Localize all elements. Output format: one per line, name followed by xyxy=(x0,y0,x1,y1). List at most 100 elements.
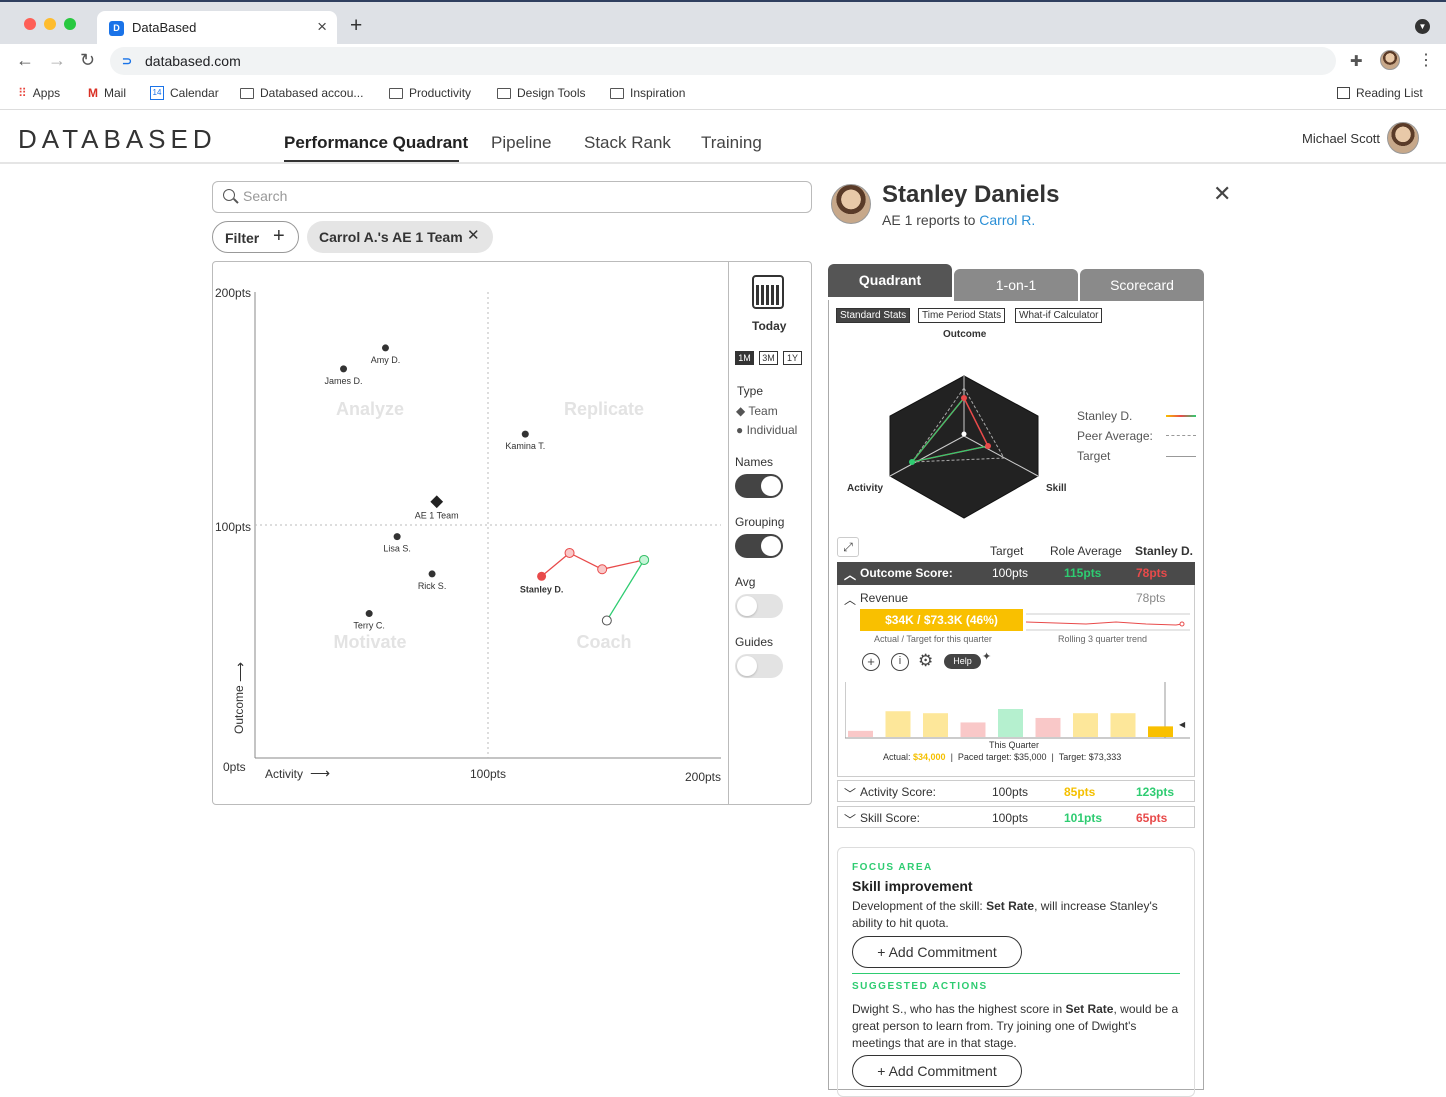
tab-1-on-1[interactable]: 1-on-1 xyxy=(954,269,1078,301)
type-individual-option[interactable]: ● Individual xyxy=(736,423,797,437)
stanley-activity-trail xyxy=(606,559,645,621)
user-avatar[interactable] xyxy=(1387,122,1419,154)
revenue-score: 78pts xyxy=(1136,591,1166,605)
revenue-bar xyxy=(998,709,1023,737)
tab-scorecard[interactable]: Scorecard xyxy=(1080,269,1204,301)
standard-stats-button[interactable]: Standard Stats xyxy=(836,308,911,323)
individual-point[interactable] xyxy=(340,365,348,373)
nav-training[interactable]: Training xyxy=(701,133,762,153)
app-logo[interactable]: DATABASED xyxy=(18,124,217,155)
revenue-bar xyxy=(848,730,873,737)
quadrant-label-analyze: Analyze xyxy=(336,399,404,419)
close-tab-icon[interactable]: × xyxy=(317,17,327,37)
nav-pipeline[interactable]: Pipeline xyxy=(491,133,552,153)
individual-point[interactable] xyxy=(365,610,373,618)
type-team-option[interactable]: ◆ Team xyxy=(736,404,778,418)
this-quarter-label: This Quarter xyxy=(989,740,1040,750)
what-if-calculator-button[interactable]: What-if Calculator xyxy=(1015,308,1103,323)
revenue-bar xyxy=(960,722,986,737)
add-commitment-button-2[interactable]: + Add Commitment xyxy=(852,1055,1022,1087)
skill-role-average: 101pts xyxy=(1064,811,1103,825)
forward-arrow-icon[interactable]: → xyxy=(48,50,66,71)
add-commitment-button[interactable]: + Add Commitment xyxy=(852,936,1022,968)
add-circle-icon[interactable]: + xyxy=(862,653,880,671)
revenue-summary: Actual: $34,000 | Paced target: $35,000 … xyxy=(883,752,1122,762)
info-icon[interactable]: i xyxy=(891,653,909,671)
bookmark-productivity[interactable]: Productivity xyxy=(389,86,471,100)
focus-divider xyxy=(852,973,1180,974)
col-header-stanley: Stanley D. xyxy=(1135,544,1194,558)
names-toggle[interactable] xyxy=(735,474,783,498)
search-box[interactable] xyxy=(212,181,812,213)
revenue-bar-chart: ◀ xyxy=(845,682,1190,739)
quadrant-label-coach: Coach xyxy=(576,632,631,652)
calendar-date-icon[interactable] xyxy=(752,275,784,309)
browser-tab[interactable]: D DataBased × xyxy=(97,11,337,46)
time-period-stats-button[interactable]: Time Period Stats xyxy=(918,308,1006,323)
bookmark-design-tools[interactable]: Design Tools xyxy=(497,86,585,100)
period-3m-button[interactable]: 3M xyxy=(759,351,778,365)
minimize-window-button[interactable] xyxy=(44,18,56,30)
gmail-icon: M xyxy=(88,86,98,100)
individual-point[interactable] xyxy=(537,571,547,581)
address-bar[interactable]: ⊃ databased.com xyxy=(110,47,1336,75)
grouping-toggle[interactable] xyxy=(735,534,783,558)
tab-search-icon[interactable]: ▼ xyxy=(1415,19,1430,34)
revenue-bars xyxy=(848,709,1173,737)
reload-icon[interactable]: ↻ xyxy=(80,50,95,71)
search-input[interactable] xyxy=(243,188,783,204)
nav-performance-quadrant[interactable]: Performance Quadrant xyxy=(284,133,468,153)
bookmark-apps[interactable]: ⠿ Apps xyxy=(18,86,60,100)
date-label: Today xyxy=(752,319,787,333)
manager-link[interactable]: Carrol R. xyxy=(979,212,1035,228)
close-panel-icon[interactable]: ✕ xyxy=(1213,181,1231,207)
extensions-icon[interactable]: ✚ xyxy=(1350,52,1363,70)
trend-caption: Rolling 3 quarter trend xyxy=(1058,634,1148,644)
individual-point[interactable] xyxy=(393,533,401,541)
individual-point[interactable] xyxy=(428,570,436,578)
browser-profile-avatar[interactable] xyxy=(1380,50,1400,70)
dot-icon: ● xyxy=(736,423,744,437)
maximize-window-button[interactable] xyxy=(64,18,76,30)
expand-icon[interactable]: ⤢ xyxy=(837,537,859,557)
point-label: Stanley D. xyxy=(520,584,564,594)
avg-toggle[interactable] xyxy=(735,594,783,618)
point-label: Terry C. xyxy=(353,621,385,631)
close-window-button[interactable] xyxy=(24,18,36,30)
user-name[interactable]: Michael Scott xyxy=(1302,131,1380,146)
legend-target-line-icon xyxy=(1166,456,1196,457)
back-arrow-icon[interactable]: ← xyxy=(16,50,34,71)
revenue-chevron-icon[interactable]: ︿ xyxy=(844,591,856,608)
browser-menu-icon[interactable]: ⋮ xyxy=(1418,50,1434,70)
new-tab-icon[interactable]: + xyxy=(350,14,362,38)
bookmark-mail[interactable]: M Mail xyxy=(88,86,126,100)
help-button[interactable]: Help xyxy=(944,654,981,669)
add-filter-icon: + xyxy=(273,225,285,247)
focus-area-heading: FOCUS AREA xyxy=(852,862,933,873)
individual-point[interactable] xyxy=(381,344,389,352)
revenue-bar xyxy=(1148,726,1173,737)
browser-tab-title: DataBased xyxy=(132,20,197,35)
outcome-role-average: 115pts xyxy=(1064,566,1102,580)
chart-divider xyxy=(728,262,729,804)
point-label: Rick S. xyxy=(418,581,447,591)
guides-toggle[interactable] xyxy=(735,654,783,678)
bookmark-databased-account[interactable]: Databased accou... xyxy=(240,86,363,100)
team-point[interactable] xyxy=(430,495,444,509)
reading-list-button[interactable]: Reading List xyxy=(1337,86,1423,100)
nav-stack-rank[interactable]: Stack Rank xyxy=(584,133,671,153)
browser-tabstrip: D DataBased × + ▼ xyxy=(0,0,1446,46)
settings-gear-icon[interactable]: ⚙ xyxy=(918,651,933,671)
individual-point[interactable] xyxy=(521,430,529,438)
bookmark-calendar[interactable]: 14 Calendar xyxy=(150,86,219,100)
period-1m-button[interactable]: 1M xyxy=(735,351,754,365)
folder-icon xyxy=(497,87,511,99)
tab-quadrant[interactable]: Quadrant xyxy=(828,264,952,297)
bookmark-inspiration[interactable]: Inspiration xyxy=(610,86,685,100)
remove-filter-icon[interactable]: ✕ xyxy=(467,226,480,244)
stanley-activity-trail-start xyxy=(601,615,612,626)
filter-button[interactable]: Filter + xyxy=(212,221,299,253)
active-nav-underline xyxy=(284,160,459,162)
period-1y-button[interactable]: 1Y xyxy=(783,351,802,365)
search-icon xyxy=(223,189,235,201)
